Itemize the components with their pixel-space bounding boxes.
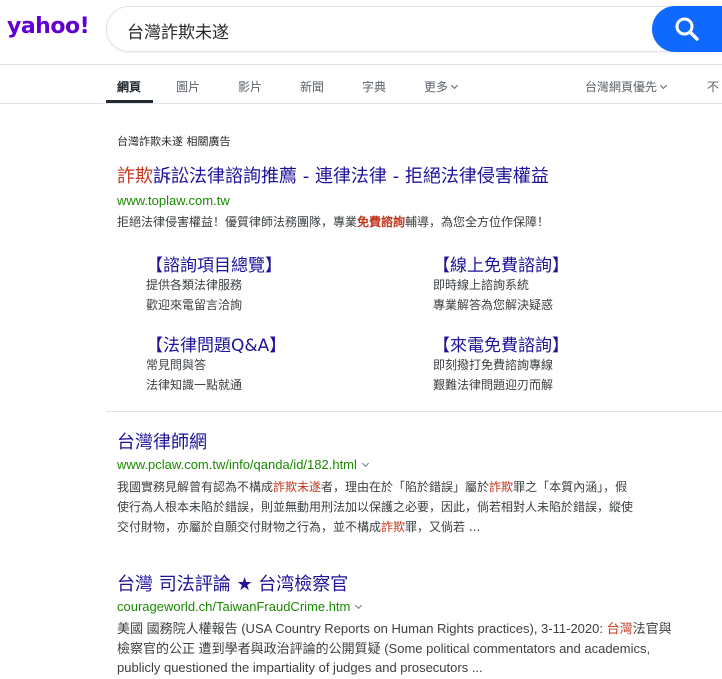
tab-news[interactable]: 新聞 — [300, 78, 324, 95]
snippet-text: 美國 國務院人權報告 (USA Country Reports on Human… — [117, 621, 607, 636]
result-snippet-line: publicly questioned the impartiality of … — [117, 660, 483, 675]
vertical-tabs: 網頁 圖片 影片 新聞 字典 更多 台灣網頁優先 不 — [0, 66, 722, 104]
snippet-text: 法官與 — [632, 621, 672, 636]
chevron-down-icon — [450, 81, 459, 90]
sitelink-desc: 法律知識一點就通 — [146, 378, 243, 392]
sitelink-online-consult[interactable]: 【線上免費諮詢】 — [433, 251, 569, 276]
result-url[interactable]: www.pclaw.com.tw/info/qanda/id/182.html — [117, 457, 369, 472]
snippet-highlight: 詐欺 — [381, 520, 406, 534]
ad-snippet-text: 拒絕法律侵害權益！優質律師法務團隊，專業 — [117, 215, 358, 229]
tab-dictionary[interactable]: 字典 — [362, 78, 386, 95]
result-snippet-line: 美國 國務院人權報告 (USA Country Reports on Human… — [117, 619, 672, 639]
search-input[interactable] — [127, 18, 627, 42]
result-snippet-line: 交付財物，亦屬於自願交付財物之行為，並不構成詐欺罪，又倘若 ... — [117, 517, 480, 537]
tab-web[interactable]: 網頁 — [117, 78, 141, 95]
region-filter-label: 台灣網頁優先 — [585, 80, 658, 94]
search-button[interactable] — [652, 6, 722, 52]
ad-divider — [106, 411, 722, 412]
result-url-text: courageworld.ch/TaiwanFraudCrime.htm — [117, 599, 351, 614]
chevron-down-icon — [659, 81, 668, 90]
tab-more[interactable]: 更多 — [424, 78, 459, 96]
ad-snippet-text-end: 輔導，為您全方位作保障！ — [405, 215, 550, 229]
header-bar: yahoo! — [0, 0, 722, 65]
sitelink-desc: 歡迎來電留言洽詢 — [146, 298, 243, 312]
snippet-text: 交付財物，亦屬於自願交付財物之行為，並不構成 — [117, 520, 382, 534]
sitelink-desc: 艱難法律問題迎刃而解 — [433, 378, 554, 392]
result-title-link[interactable]: 台灣 司法評論 ★ 台湾檢察官 — [117, 570, 348, 596]
snippet-highlight: 詐欺 — [489, 480, 514, 494]
sitelink-desc: 專業解答為您解決疑惑 — [433, 298, 554, 312]
region-filter[interactable]: 台灣網頁優先 — [585, 78, 668, 96]
search-box[interactable] — [106, 6, 722, 52]
result-url-text: www.pclaw.com.tw/info/qanda/id/182.html — [117, 457, 357, 472]
result-snippet-line: 我國實務見解曾有認為不構成詐欺未遂者，理由在於「陷於錯誤」屬於詐欺罪之「本質內涵… — [117, 477, 627, 497]
sitelink-legal-qa[interactable]: 【法律問題Q&A】 — [146, 331, 286, 356]
sitelink-consult-overview[interactable]: 【諮詢項目總覽】 — [146, 251, 282, 276]
ad-snippet: 拒絕法律侵害權益！優質律師法務團隊，專業免費諮詢輔導，為您全方位作保障！ — [117, 212, 549, 232]
tab-images[interactable]: 圖片 — [176, 78, 200, 95]
snippet-text: 罪，又倘若 ... — [405, 520, 481, 534]
ad-title-highlight: 詐欺 — [117, 166, 153, 187]
snippet-highlight: 詐欺未遂 — [273, 480, 322, 494]
snippet-text: 我國實務見解曾有認為不構成 — [117, 480, 274, 494]
active-tab-indicator — [106, 100, 153, 103]
search-icon — [675, 17, 699, 41]
ad-label: 台灣詐欺未遂 相關廣告 — [117, 135, 231, 148]
tab-more-label: 更多 — [424, 80, 449, 94]
sitelink-desc: 提供各類法律服務 — [146, 278, 243, 292]
sitelink-phone-consult[interactable]: 【來電免費諮詢】 — [433, 331, 569, 356]
result-url[interactable]: courageworld.ch/TaiwanFraudCrime.htm — [117, 599, 363, 614]
time-filter[interactable]: 不 — [707, 78, 719, 95]
chevron-down-icon[interactable] — [361, 459, 369, 468]
result-snippet-line: 使行為人根本未陷於錯誤，則並無動用刑法加以保護之必要，因此，倘若相對人未陷於錯誤… — [117, 500, 634, 514]
sitelink-desc: 常見問與答 — [146, 358, 207, 372]
snippet-highlight: 台灣 — [606, 621, 633, 636]
sitelink-desc: 即刻撥打免費諮詢專線 — [433, 358, 554, 372]
ad-url[interactable]: www.toplaw.com.tw — [117, 193, 230, 208]
result-snippet-line: 檢察官的公正 遭到學者與政治評論的公開質疑 (Some political co… — [117, 641, 651, 656]
yahoo-logo[interactable]: yahoo! — [7, 14, 90, 39]
ad-title-link[interactable]: 詐欺訴訟法律諮詢推薦 - 連律法律 - 拒絕法律侵害權益 — [117, 162, 549, 188]
ad-title-text: 訴訟法律諮詢推薦 - 連律法律 - 拒絕法律侵害權益 — [153, 166, 549, 187]
chevron-down-icon[interactable] — [355, 601, 363, 610]
snippet-text: 者，理由在於「陷於錯誤」屬於 — [321, 480, 490, 494]
ad-snippet-highlight: 免費諮詢 — [357, 215, 406, 229]
result-title-link[interactable]: 台灣律師網 — [117, 428, 207, 454]
snippet-text: 罪之「本質內涵」，假 — [513, 480, 628, 494]
tab-videos[interactable]: 影片 — [238, 78, 262, 95]
sitelink-desc: 即時線上諮詢系統 — [433, 278, 530, 292]
